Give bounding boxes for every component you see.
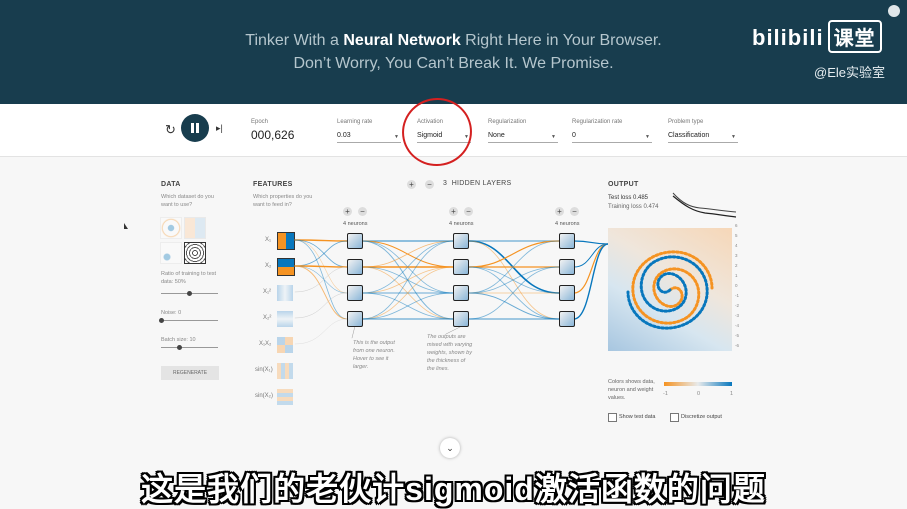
weights-hint: The outputs are mixed with varying weigh… [427,334,473,372]
layer-neuron-count: 4 neurons [343,221,368,227]
test-loss: Test loss 0.485 [608,195,649,201]
neuron[interactable] [559,285,575,301]
add-neuron-button[interactable]: + [449,207,458,216]
neuron[interactable] [559,259,575,275]
video-subtitle: 这是我们的老伙计sigmoid激活函数的问题 [141,471,766,507]
axis-tick-label: -1 [735,293,740,298]
axis-tick-label: 1 [735,273,738,278]
scale-min: -1 [663,391,668,397]
playground-page: Tinker With a Neural Network Right Here … [0,0,907,509]
neuron[interactable] [347,233,363,249]
remove-neuron-button[interactable]: − [358,207,367,216]
neuron[interactable] [559,311,575,327]
output-heatmap[interactable] [608,228,732,351]
color-scale-bar [664,382,732,386]
hidden-layers-label: 3 HIDDEN LAYERS [443,180,512,187]
remove-neuron-button[interactable]: − [570,207,579,216]
remove-layer-button[interactable]: − [425,180,434,189]
output-title: OUTPUT [608,181,639,188]
axis-tick-label: 2 [735,263,738,268]
add-layer-button[interactable]: + [407,180,416,189]
neuron[interactable] [453,233,469,249]
training-loss: Training loss 0.474 [608,204,659,210]
axis-tick-label: -4 [735,323,740,328]
neuron-hint: This is the output from one neuron. Hove… [353,340,395,370]
discretize-output-checkbox[interactable] [670,413,679,422]
neuron[interactable] [453,259,469,275]
show-test-data-checkbox[interactable] [608,413,617,422]
axis-tick-label: -3 [735,313,740,318]
color-legend-text: Colors shows data, neuron and weight val… [608,379,655,401]
add-neuron-button[interactable]: + [343,207,352,216]
axis-tick-label: 0 [735,283,738,288]
remove-neuron-button[interactable]: − [464,207,473,216]
axis-tick-label: 4 [735,243,738,248]
scroll-down-button[interactable]: ⌄ [440,438,460,458]
axis-tick-label: 3 [735,253,738,258]
neuron[interactable] [559,233,575,249]
mouse-cursor-icon [124,223,128,229]
scale-mid: 0 [697,391,701,397]
axis-tick-label: 5 [735,233,738,238]
neuron[interactable] [453,285,469,301]
neuron[interactable] [347,311,363,327]
neuron[interactable] [347,285,363,301]
neuron[interactable] [347,259,363,275]
axis-tick-label: -2 [735,303,740,308]
layer-neuron-count: 4 neurons [555,221,580,227]
add-neuron-button[interactable]: + [555,207,564,216]
axis-tick-label: 6 [735,223,738,228]
axis-tick-label: -5 [735,333,740,338]
neuron[interactable] [453,311,469,327]
network-connections [294,192,737,345]
layer-neuron-count: 4 neurons [449,221,474,227]
discretize-output-label: Discretize output [681,414,722,420]
scale-max: 1 [730,391,734,397]
axis-tick-label: -6 [735,343,740,348]
spiral-data-points [626,250,714,330]
show-test-data-label: Show test data [619,414,656,420]
